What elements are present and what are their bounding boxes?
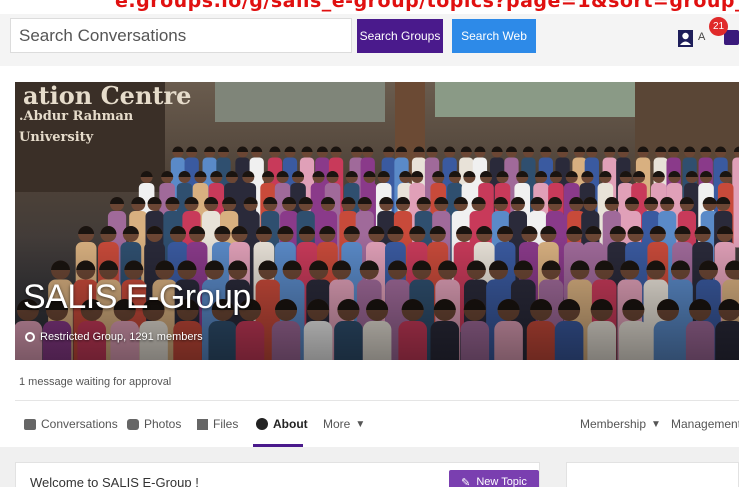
- search-input[interactable]: [10, 18, 352, 53]
- building-sign: ation Centre .Abdur Rahman University: [19, 82, 192, 145]
- group-tabs: Conversations Photos Files About More ▼ …: [0, 401, 739, 447]
- group-cover-photo: ation Centre .Abdur Rahman University SA…: [15, 82, 739, 360]
- membership-menu[interactable]: Membership ▼: [580, 417, 661, 431]
- new-topic-button[interactable]: ✎ New Topic: [449, 470, 539, 487]
- top-navigation-bar: Search Groups Search Web A 21: [0, 14, 739, 66]
- group-meta-text: Restricted Group, 1291 members: [40, 331, 203, 343]
- user-icon[interactable]: [678, 30, 693, 47]
- tab-conversations[interactable]: Conversations: [24, 417, 118, 431]
- chevron-down-icon: ▼: [651, 418, 661, 430]
- chevron-down-icon: ▼: [355, 418, 366, 430]
- welcome-text: Welcome to SALIS E-Group !: [30, 475, 199, 487]
- tab-label: About: [273, 417, 308, 431]
- management-menu[interactable]: Management ▼: [671, 417, 739, 431]
- group-meta: Restricted Group, 1291 members: [25, 331, 203, 343]
- search-web-button[interactable]: Search Web: [452, 19, 536, 53]
- user-initial[interactable]: A: [698, 31, 705, 43]
- tab-label: More: [323, 417, 351, 431]
- notification-badge[interactable]: 21: [709, 17, 728, 36]
- tab-more[interactable]: More ▼: [323, 417, 365, 431]
- group-title: SALIS E-Group: [23, 278, 251, 316]
- membership-label: Membership: [580, 417, 647, 431]
- search-groups-button[interactable]: Search Groups: [357, 19, 443, 53]
- camera-icon: [127, 418, 139, 430]
- tab-label: Photos: [144, 417, 182, 431]
- side-panel: [566, 462, 739, 487]
- info-icon: [256, 418, 268, 430]
- management-label: Management: [671, 417, 739, 431]
- pending-approval-notice[interactable]: 1 message waiting for approval: [19, 376, 171, 388]
- conversations-icon: [24, 418, 36, 430]
- edit-icon: ✎: [461, 476, 471, 487]
- new-topic-label: New Topic: [476, 476, 527, 487]
- tab-label: Conversations: [41, 417, 118, 431]
- tab-label: Files: [213, 417, 239, 431]
- files-icon: [197, 418, 208, 430]
- tab-about[interactable]: About: [256, 417, 308, 431]
- globe-icon: [25, 332, 35, 342]
- tab-files[interactable]: Files: [197, 417, 238, 431]
- tab-photos[interactable]: Photos: [127, 417, 181, 431]
- mail-icon[interactable]: [724, 30, 739, 45]
- browser-url-fragment: e.groups.io/g/salis_e-group/topics?page=…: [115, 0, 739, 12]
